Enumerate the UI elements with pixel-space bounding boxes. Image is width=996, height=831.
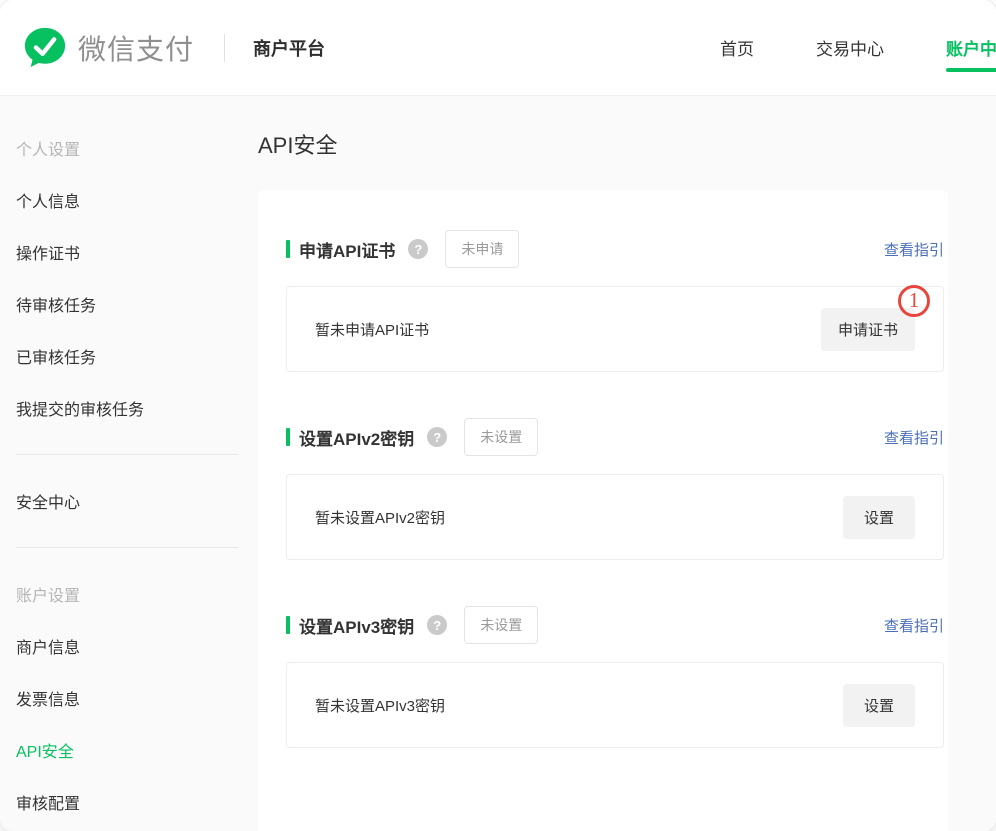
section-header: 设置APIv2密钥 ? 未设置 查看指引 xyxy=(286,420,944,454)
body: 个人设置 个人信息 操作证书 待审核任务 已审核任务 我提交的审核任务 安全中心… xyxy=(0,96,996,831)
sidebar-item-personal-info[interactable]: 个人信息 xyxy=(0,174,258,226)
status-badge: 未申请 xyxy=(445,230,519,268)
top-nav: 首页 交易中心 账户中心 xyxy=(720,35,996,60)
section-accent-bar xyxy=(286,428,290,446)
sidebar-item-security-center[interactable]: 安全中心 xyxy=(0,475,258,527)
nav-item-home[interactable]: 首页 xyxy=(720,35,754,60)
nav-item-label: 账户中心 xyxy=(946,40,996,59)
section-title: 设置APIv3密钥 xyxy=(299,613,414,638)
action-button-wrap: 申请证书 1 xyxy=(821,308,915,351)
status-badge: 未设置 xyxy=(464,418,538,456)
sidebar-header-account-settings: 账户设置 xyxy=(0,568,258,620)
sidebar-item-merchant-info[interactable]: 商户信息 xyxy=(0,620,258,672)
empty-state-text: 暂未申请API证书 xyxy=(315,319,429,340)
sidebar-item-pending-review-tasks[interactable]: 待审核任务 xyxy=(0,278,258,330)
section-title: 设置APIv2密钥 xyxy=(299,425,414,450)
empty-state-text: 暂未设置APIv2密钥 xyxy=(315,507,445,528)
question-mark-icon[interactable]: ? xyxy=(408,239,428,259)
sidebar-item-review-config[interactable]: 审核配置 xyxy=(0,776,258,828)
portal-name: 商户平台 xyxy=(253,35,325,61)
sidebar: 个人设置 个人信息 操作证书 待审核任务 已审核任务 我提交的审核任务 安全中心… xyxy=(0,96,258,831)
sidebar-item-invoice-info[interactable]: 发票信息 xyxy=(0,672,258,724)
sidebar-divider xyxy=(16,454,238,455)
view-guide-link[interactable]: 查看指引 xyxy=(884,427,944,448)
set-apiv3-key-button[interactable]: 设置 xyxy=(843,684,915,727)
sidebar-item-operation-certificate[interactable]: 操作证书 xyxy=(0,226,258,278)
certificate-card: 暂未申请API证书 申请证书 1 xyxy=(286,286,944,372)
apiv3-key-card: 暂未设置APIv3密钥 设置 xyxy=(286,662,944,748)
sidebar-divider xyxy=(16,547,238,548)
sidebar-item-api-security[interactable]: API安全 xyxy=(0,724,258,776)
action-button-wrap: 设置 xyxy=(843,496,915,539)
nav-item-transaction-center[interactable]: 交易中心 xyxy=(816,35,884,60)
wechat-pay-logo-icon xyxy=(22,25,68,71)
sidebar-header-personal-settings: 个人设置 xyxy=(0,122,258,174)
status-badge: 未设置 xyxy=(464,606,538,644)
brand-divider xyxy=(224,34,225,62)
main-content: API安全 申请API证书 ? 未申请 查看指引 暂未申请API证书 申请证书 xyxy=(258,96,996,831)
merchant-platform-window: 微信支付 商户平台 首页 交易中心 账户中心 个人设置 个人信息 操作证书 待审… xyxy=(0,0,996,831)
section-apiv3-key: 设置APIv3密钥 ? 未设置 查看指引 暂未设置APIv3密钥 设置 xyxy=(286,608,944,748)
nav-item-account-center[interactable]: 账户中心 xyxy=(946,35,996,60)
section-header: 设置APIv3密钥 ? 未设置 查看指引 xyxy=(286,608,944,642)
empty-state-text: 暂未设置APIv3密钥 xyxy=(315,695,445,716)
brand-name: 微信支付 xyxy=(78,28,194,68)
view-guide-link[interactable]: 查看指引 xyxy=(884,239,944,260)
sidebar-item-my-submitted-review-tasks[interactable]: 我提交的审核任务 xyxy=(0,382,258,434)
active-nav-underline xyxy=(946,68,996,72)
apiv2-key-card: 暂未设置APIv2密钥 设置 xyxy=(286,474,944,560)
question-mark-icon[interactable]: ? xyxy=(427,615,447,635)
action-button-wrap: 设置 xyxy=(843,684,915,727)
section-apiv2-key: 设置APIv2密钥 ? 未设置 查看指引 暂未设置APIv2密钥 设置 xyxy=(286,420,944,560)
section-apply-api-certificate: 申请API证书 ? 未申请 查看指引 暂未申请API证书 申请证书 1 xyxy=(286,232,944,372)
sidebar-item-reviewed-tasks[interactable]: 已审核任务 xyxy=(0,330,258,382)
section-accent-bar xyxy=(286,616,290,634)
api-security-panel: 申请API证书 ? 未申请 查看指引 暂未申请API证书 申请证书 1 xyxy=(258,190,948,831)
set-apiv2-key-button[interactable]: 设置 xyxy=(843,496,915,539)
view-guide-link[interactable]: 查看指引 xyxy=(884,615,944,636)
apply-certificate-button[interactable]: 申请证书 xyxy=(821,308,915,351)
section-header: 申请API证书 ? 未申请 查看指引 xyxy=(286,232,944,266)
question-mark-icon[interactable]: ? xyxy=(427,427,447,447)
page-title: API安全 xyxy=(258,132,996,160)
section-title: 申请API证书 xyxy=(299,237,395,262)
section-accent-bar xyxy=(286,240,290,258)
header: 微信支付 商户平台 首页 交易中心 账户中心 xyxy=(0,0,996,96)
